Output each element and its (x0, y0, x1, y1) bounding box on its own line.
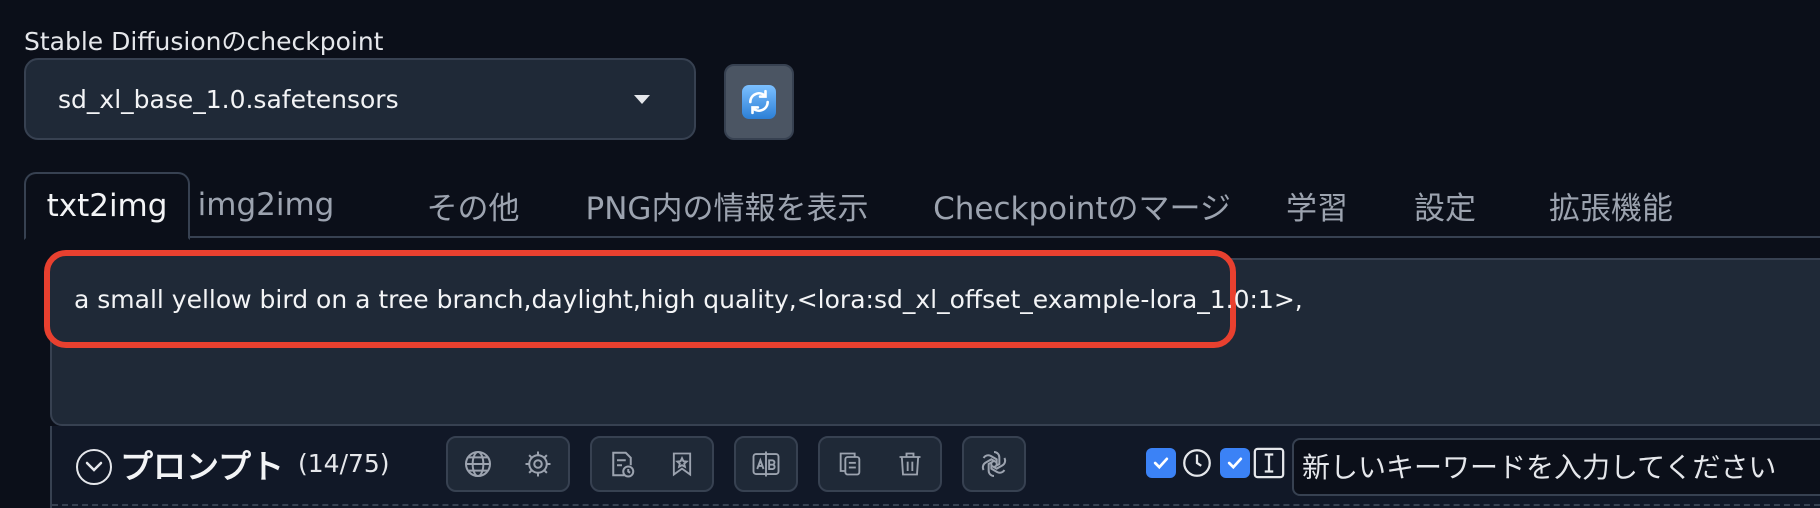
checkmark-icon (1153, 457, 1169, 470)
tab-other[interactable]: その他 (408, 172, 538, 238)
copy-icon (839, 452, 861, 476)
tab-training[interactable]: 学習 (1272, 172, 1362, 238)
gear-icon (525, 451, 551, 477)
settings-button[interactable] (508, 438, 568, 490)
tab-extensions[interactable]: 拡張機能 (1528, 172, 1694, 238)
toolbar-group-5 (962, 436, 1026, 492)
checkbox-cursor[interactable] (1220, 448, 1250, 478)
toolbar-group-4 (818, 436, 942, 492)
keyword-input[interactable] (1292, 438, 1820, 496)
toolbar-group-1 (446, 436, 570, 492)
refresh-icon (742, 85, 776, 119)
history-button[interactable] (592, 438, 652, 490)
checkbox-history[interactable] (1146, 448, 1176, 478)
toolbar-group-3 (734, 436, 798, 492)
translate-button[interactable] (448, 438, 508, 490)
tab-settings[interactable]: 設定 (1400, 172, 1490, 238)
collapse-chevron-icon[interactable] (76, 449, 112, 485)
prompt-highlight-box[interactable]: a small yellow bird on a tree branch,day… (44, 250, 1303, 348)
prompt-text: a small yellow bird on a tree branch,day… (74, 284, 1303, 314)
tab-txt2img[interactable]: txt2img (24, 172, 190, 240)
globe-icon (465, 451, 491, 477)
clear-button[interactable] (880, 438, 940, 490)
tab-png-info[interactable]: PNG内の情報を表示 (572, 172, 882, 238)
checkpoint-dropdown[interactable]: sd_xl_base_1.0.safetensors (24, 58, 696, 140)
ai-assist-button[interactable] (964, 438, 1024, 490)
copy-button[interactable] (820, 438, 880, 490)
openai-icon (981, 451, 1007, 477)
tab-img2img[interactable]: img2img (196, 172, 336, 238)
bookmark-star-icon (672, 452, 692, 477)
toolbar-group-2 (590, 436, 714, 492)
swap-text-button[interactable] (736, 438, 796, 490)
checkpoint-label: Stable Diffusionのcheckpoint (24, 27, 384, 56)
document-clock-icon (612, 451, 635, 478)
webui-root: Stable Diffusionのcheckpoint sd_xl_base_1… (0, 0, 1820, 508)
main-tabs: txt2img img2img その他 PNG内の情報を表示 Checkpoin… (24, 172, 1820, 240)
toolbar-divider (52, 504, 1820, 506)
clock-icon (1180, 446, 1214, 480)
text-cursor-icon (1252, 446, 1286, 480)
tab-checkpoint-merge[interactable]: Checkpointのマージ (920, 172, 1244, 238)
trash-icon (899, 452, 921, 476)
token-count: (14/75) (298, 449, 390, 478)
bookmark-button[interactable] (652, 438, 712, 490)
checkpoint-selected-value: sd_xl_base_1.0.safetensors (58, 84, 399, 114)
prompt-section-title: プロンプト (120, 447, 285, 486)
prompt-toolbar: プロンプト (14/75) (50, 426, 1820, 508)
checkmark-icon (1227, 457, 1243, 470)
chevron-down-icon (634, 94, 650, 104)
ab-compare-icon (752, 451, 780, 477)
refresh-checkpoint-button[interactable] (724, 64, 794, 140)
